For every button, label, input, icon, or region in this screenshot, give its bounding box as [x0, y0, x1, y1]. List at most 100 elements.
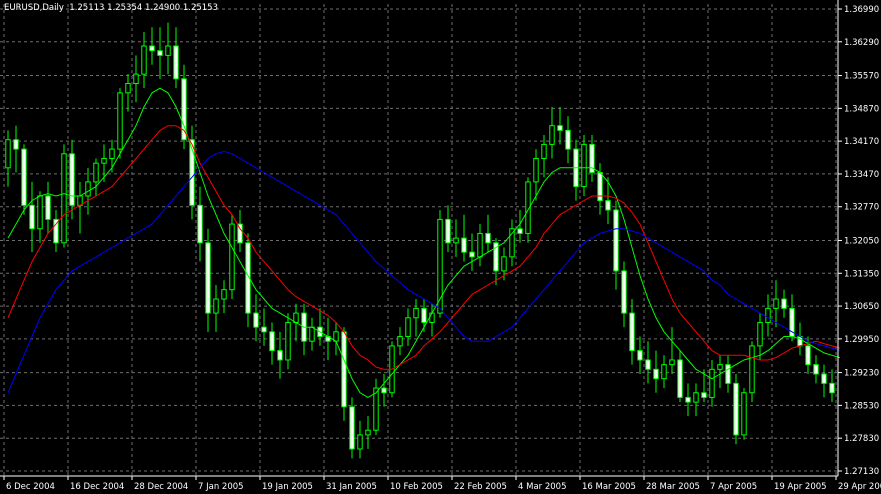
moving-averages [7, 87, 841, 398]
candle-bull [661, 364, 667, 380]
candle-bull [501, 256, 507, 272]
candle-bull [285, 321, 291, 361]
candle-bull [61, 153, 67, 244]
price-tick-label: 1.30650 [844, 302, 879, 312]
candle-bull [549, 125, 555, 145]
price-tick-label: 1.29950 [844, 335, 879, 345]
candle-bear [69, 153, 75, 206]
candle-bull [5, 139, 11, 169]
candle-bull [693, 392, 699, 403]
price-tick-label: 1.34870 [844, 104, 879, 114]
price-tick-label: 1.28530 [844, 401, 879, 411]
candle-bear [157, 50, 163, 56]
candle-bear [45, 195, 51, 220]
time-axis-labels: 6 Dec 2004 16 Dec 2004 28 Dec 2004 7 Jan 20… [3, 476, 881, 492]
price-tick-label: 1.32770 [844, 203, 879, 213]
candle-bear [565, 129, 571, 150]
price-tick-label: 1.32050 [844, 236, 879, 246]
candle-bear [653, 368, 659, 380]
candle-bear [173, 45, 179, 80]
candle-bear [205, 242, 211, 314]
candle-bear [829, 382, 835, 394]
candle-bear [445, 218, 451, 244]
candle-bull [309, 326, 315, 342]
chart-window[interactable]: 1.36990 1.36290 1.35570 1.34870 1.34170 1.334… [0, 0, 881, 494]
time-tick-label: 29 Apr 2005 [838, 482, 881, 492]
candle-bear [269, 331, 275, 352]
candle-bull [117, 92, 123, 150]
candle-bull [85, 181, 91, 197]
candle-bull [765, 307, 771, 323]
candle-bear [621, 270, 627, 314]
candle-bull [93, 162, 99, 183]
candle-bear [381, 387, 387, 394]
price-tick-label: 1.31350 [844, 269, 879, 279]
candle-bear [701, 392, 707, 398]
candle-bull [757, 321, 763, 347]
candle-bull [741, 392, 747, 436]
candle-bear [637, 350, 643, 361]
candle-bear [13, 139, 19, 150]
ohlc-readout: 1.25113 1.25354 1.24900 1.25153 [69, 3, 218, 13]
candle-bear [29, 204, 35, 230]
moving-average-line-2 [7, 125, 841, 370]
symbol-header: EURUSD,Daily 1.25113 1.25354 1.24900 1.2… [4, 3, 218, 13]
time-tick-label: 7 Apr 2005 [710, 482, 757, 492]
candle-bull [373, 387, 379, 431]
candle-bear [685, 396, 691, 403]
candle-bear [725, 364, 731, 384]
candle-bear [341, 331, 347, 408]
candle-bull [37, 195, 43, 230]
candle-bull [749, 345, 755, 394]
price-tick-label: 1.27830 [844, 434, 879, 444]
time-tick-label: 28 Mar 2005 [646, 482, 700, 492]
symbol-label: EURUSD,Daily [4, 3, 64, 13]
candle-bear [645, 359, 651, 370]
candle-bear [781, 298, 787, 309]
candle-bull [165, 45, 171, 56]
candle-bull [109, 148, 115, 159]
price-tick-label: 1.36290 [844, 38, 879, 48]
time-tick-label: 10 Feb 2005 [390, 482, 443, 492]
candle-bear [261, 326, 267, 333]
time-tick-label: 19 Jan 2005 [262, 482, 313, 492]
moving-average-line-1 [7, 87, 841, 398]
candle-bull [365, 429, 371, 436]
price-axis-labels: 1.36990 1.36290 1.35570 1.34870 1.34170 1.334… [838, 5, 879, 477]
candle-bull [533, 157, 539, 183]
candle-bull [541, 143, 547, 159]
candle-bull [229, 223, 235, 291]
price-chart[interactable]: 1.36990 1.36290 1.35570 1.34870 1.34170 1.334… [0, 0, 881, 494]
candle-bull [453, 237, 459, 244]
candle-bull [413, 307, 419, 319]
candle-bull [213, 298, 219, 314]
candle-bull [669, 359, 675, 366]
price-tick-label: 1.27130 [844, 467, 879, 477]
time-tick-label: 22 Feb 2005 [454, 482, 507, 492]
candle-bull [429, 312, 435, 323]
candle-bear [277, 350, 283, 361]
candle-bull [221, 289, 227, 300]
time-tick-label: 31 Jan 2005 [326, 482, 377, 492]
candle-bear [629, 312, 635, 352]
candle-bear [149, 45, 155, 52]
candle-bear [461, 237, 467, 253]
candle-bull [397, 336, 403, 347]
candle-bear [197, 204, 203, 244]
candle-bear [485, 232, 491, 244]
price-tick-label: 1.29230 [844, 369, 879, 379]
candle-bear [349, 406, 355, 450]
candle-bull [477, 232, 483, 258]
candle-bull [101, 157, 107, 164]
candle-bear [557, 125, 563, 131]
time-tick-label: 16 Mar 2005 [582, 482, 636, 492]
price-tick-label: 1.33470 [844, 170, 879, 180]
price-tick-label: 1.34170 [844, 137, 879, 147]
candle-bull [581, 143, 587, 188]
candle-bear [21, 148, 27, 206]
moving-average-line-3 [7, 150, 841, 393]
time-tick-label: 19 Apr 2005 [774, 482, 827, 492]
candle-bull [133, 73, 139, 85]
candle-bear [613, 209, 619, 272]
time-tick-label: 6 Dec 2004 [6, 482, 55, 492]
